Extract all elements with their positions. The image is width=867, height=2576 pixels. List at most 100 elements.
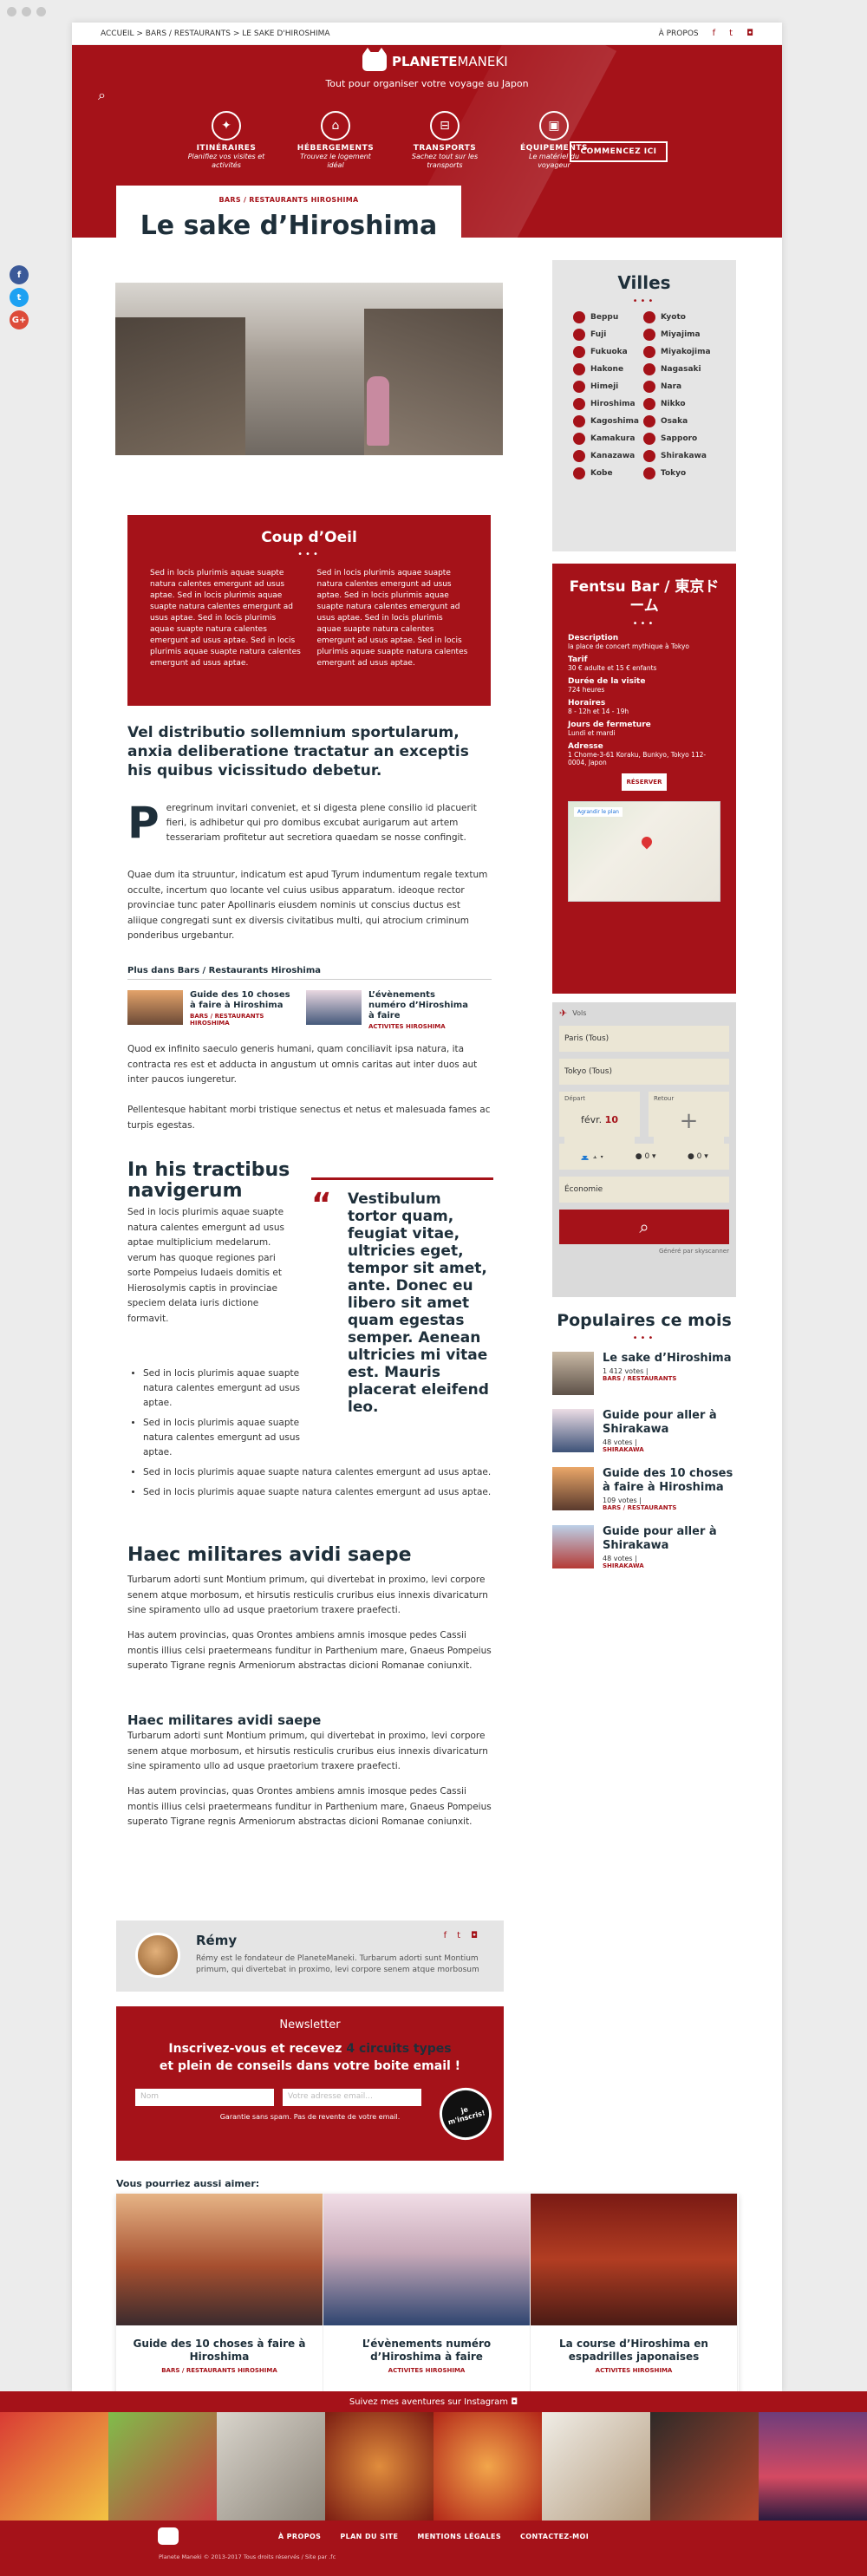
nav-hebergements[interactable]: ⌂ HÉBERGEMENTS Trouvez le logement idéal — [294, 111, 377, 170]
instagram-photo[interactable] — [434, 2412, 542, 2521]
city-link[interactable]: Fuji — [573, 329, 643, 341]
flight-search-widget: ✈ Vols Paris (Tous) Tokyo (Tous) Départ fé… — [552, 1002, 736, 1297]
city-link[interactable]: Hiroshima — [573, 398, 643, 410]
coup-col-1: Sed in locis plurimis aquae suapte natur… — [150, 569, 301, 668]
city-link[interactable]: Nagasaki — [643, 363, 714, 375]
article-category[interactable]: BARS / RESTAURANTS HIROSHIMA — [116, 196, 461, 204]
city-link[interactable]: Nikko — [643, 398, 714, 410]
city-link[interactable]: Nara — [643, 381, 714, 393]
article-header: BARS / RESTAURANTS HIROSHIMA Le sake d’H… — [116, 186, 461, 264]
footer-link[interactable]: CONTACTEZ-MOI — [520, 2533, 589, 2540]
instagram-photo[interactable] — [542, 2412, 650, 2521]
city-pin-icon — [573, 450, 585, 462]
article-card[interactable]: L’évènements numéro d’Hiroshima à faire A… — [323, 2194, 531, 2395]
twitter-share-icon[interactable]: t — [10, 288, 29, 307]
paragraph: Sed in locis plurimis aquae suapte natur… — [127, 1207, 284, 1324]
paragraph: Pellentesque habitant morbi tristique se… — [127, 1105, 491, 1131]
city-pin-icon — [643, 467, 655, 479]
city-link[interactable]: Himeji — [573, 381, 643, 393]
article-card[interactable]: Guide des 10 choses à faire à Hiroshima B… — [116, 2194, 323, 2395]
page-title: Le sake d’Hiroshima — [140, 211, 438, 241]
footer-link[interactable]: PLAN DU SITE — [340, 2533, 398, 2540]
city-link[interactable]: Miyajima — [643, 329, 714, 341]
name-input[interactable]: Nom — [135, 2089, 274, 2106]
email-input[interactable]: Votre adresse email... — [283, 2089, 421, 2106]
city-link[interactable]: Kamakura — [573, 433, 643, 445]
return-date-field[interactable]: Retour + — [649, 1092, 729, 1147]
train-icon: ⊟ — [430, 111, 460, 140]
city-pin-icon — [643, 450, 655, 462]
city-pin-icon — [643, 329, 655, 341]
breadcrumb[interactable]: ACCUEIL > BARS / RESTAURANTS > LE SAKE D… — [101, 29, 330, 38]
city-pin-icon — [573, 398, 585, 410]
instagram-photo[interactable] — [650, 2412, 759, 2521]
popular-item[interactable]: Guide pour aller à Shirakawa 48 votes | SH… — [552, 1525, 736, 1569]
related-item[interactable]: Guide des 10 choses à faire à Hiroshima B… — [127, 990, 292, 1030]
window-controls — [7, 7, 46, 16]
article-card[interactable]: La course d’Hiroshima en espadrilles jap… — [531, 2194, 738, 2395]
start-here-button[interactable]: COMMENCEZ ICI — [570, 141, 668, 162]
map-widget[interactable]: Agrandir le plan — [568, 801, 720, 902]
city-link[interactable]: Osaka — [643, 415, 714, 427]
destination-field[interactable]: Tokyo (Tous) — [559, 1059, 729, 1085]
popular-item[interactable]: Le sake d’Hiroshima 1 412 votes | BARS / R… — [552, 1352, 736, 1395]
tab-vols[interactable]: ✈ Vols — [559, 1008, 729, 1019]
instagram-photo[interactable] — [217, 2412, 325, 2521]
instagram-photo[interactable] — [0, 2412, 108, 2521]
author-bio: Rémy est le fondateur de PlaneteManeki. … — [196, 1954, 479, 1974]
city-pin-icon — [573, 363, 585, 375]
list-item: Sed in locis plurimis aquae suapte natur… — [143, 1366, 308, 1411]
search-icon[interactable]: ⌕ — [98, 87, 106, 104]
plus-icon: + — [654, 1102, 724, 1147]
share-bar: f t G+ — [10, 265, 29, 329]
footer-link[interactable]: MENTIONS LÉGALES — [417, 2533, 501, 2540]
twitter-icon[interactable]: t — [457, 1931, 460, 1940]
about-link[interactable]: À PROPOS — [659, 29, 699, 38]
city-link[interactable]: Kobe — [573, 467, 643, 479]
city-link[interactable]: Fukuoka — [573, 346, 643, 358]
paragraph: Turbarum adorti sunt Montium primum, qui… — [127, 1731, 488, 1771]
city-link[interactable]: Kagoshima — [573, 415, 643, 427]
bed-icon: ⌂ — [321, 111, 350, 140]
city-link[interactable]: Kanazawa — [573, 450, 643, 462]
nav-itineraires[interactable]: ✦ ITINÉRAIRES Planifiez vos visites et act… — [185, 111, 268, 170]
popular-item[interactable]: Guide pour aller à Shirakawa 48 votes | SH… — [552, 1409, 736, 1453]
city-link[interactable]: Shirakawa — [643, 450, 714, 462]
city-link[interactable]: Miyakojima — [643, 346, 714, 358]
city-link[interactable]: Beppu — [573, 311, 643, 323]
city-pin-icon — [643, 398, 655, 410]
instagram-photo[interactable] — [108, 2412, 217, 2521]
instagram-photo[interactable] — [325, 2412, 434, 2521]
depart-date-field[interactable]: Départ févr. 10 — [559, 1092, 640, 1156]
instagram-banner[interactable]: Suivez mes aventures sur Instagram ◘ — [0, 2391, 867, 2412]
footer-link[interactable]: À PROPOS — [278, 2533, 321, 2540]
instagram-icon[interactable]: ◘ — [746, 29, 753, 38]
city-link[interactable]: Sapporo — [643, 433, 714, 445]
hero-photo — [115, 283, 503, 455]
facebook-share-icon[interactable]: f — [10, 265, 29, 284]
city-pin-icon — [643, 433, 655, 445]
facebook-icon[interactable]: f — [713, 29, 716, 38]
instagram-icon[interactable]: ◘ — [471, 1931, 478, 1940]
site-logo[interactable]: PLANETEMANEKI — [362, 48, 508, 71]
city-link[interactable]: Hakone — [573, 363, 643, 375]
cabin-select[interactable]: Économie — [559, 1177, 729, 1203]
flight-search-button[interactable]: ⌕ — [559, 1210, 729, 1244]
origin-field[interactable]: Paris (Tous) — [559, 1026, 729, 1052]
reserve-button[interactable]: RÉSERVER — [622, 773, 667, 791]
backpack-icon: ▣ — [539, 111, 569, 140]
city-link[interactable]: Kyoto — [643, 311, 714, 323]
quote-icon: “ — [311, 1187, 332, 1223]
list-item: Sed in locis plurimis aquae suapte natur… — [143, 1485, 492, 1500]
related-item[interactable]: L’évènements numéro d’Hiroshima à faire A… — [306, 990, 471, 1030]
city-pin-icon — [573, 346, 585, 358]
nav-transports[interactable]: ⊟ TRANSPORTS Sachez tout sur les transport… — [403, 111, 486, 170]
city-link[interactable]: Tokyo — [643, 467, 714, 479]
google-plus-share-icon[interactable]: G+ — [10, 310, 29, 329]
enlarge-map-button[interactable]: Agrandir le plan — [574, 807, 623, 817]
popular-item[interactable]: Guide des 10 choses à faire à Hiroshima 1… — [552, 1467, 736, 1511]
instagram-photo[interactable] — [759, 2412, 867, 2521]
facebook-icon[interactable]: f — [444, 1931, 447, 1940]
avatar — [135, 1933, 180, 1978]
twitter-icon[interactable]: t — [729, 29, 733, 38]
